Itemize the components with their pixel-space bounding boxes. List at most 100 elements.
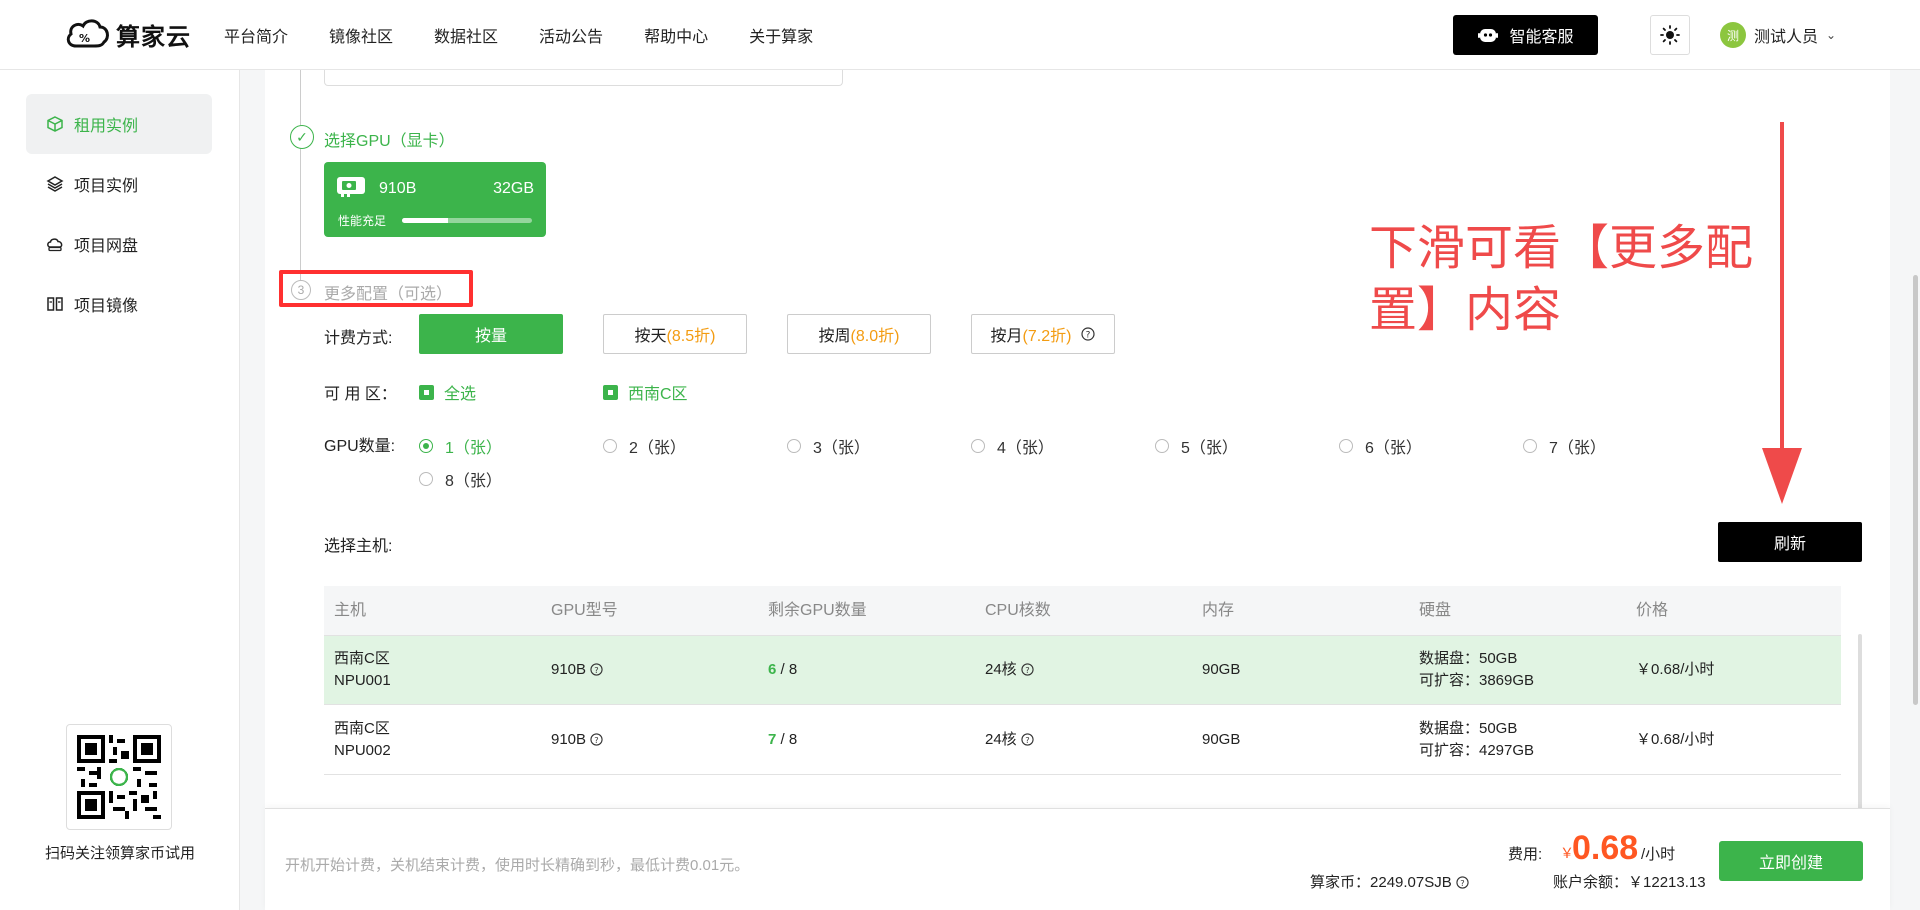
theme-toggle-button[interactable] xyxy=(1650,15,1690,55)
sidebar-item-label: 租用实例 xyxy=(74,118,139,135)
billing-note: 开机开始计费，关机结束计费，使用时长精确到秒，最低计费0.01元。 xyxy=(285,857,750,874)
nav-data-community[interactable]: 数据社区 xyxy=(434,23,498,47)
gpu-free-cell: 6 / 8 xyxy=(758,659,975,681)
help-icon[interactable]: ? xyxy=(590,732,603,746)
gpu-count-radio-4[interactable]: 4（张） xyxy=(971,434,1054,458)
radio-dot xyxy=(419,439,433,453)
table-scrollbar[interactable] xyxy=(1858,634,1862,810)
checkbox-checked-icon xyxy=(603,384,618,400)
radio-label: 4（张） xyxy=(997,440,1054,457)
svg-text:?: ? xyxy=(1025,665,1029,675)
refresh-button[interactable]: 刷新 xyxy=(1718,522,1862,562)
gpu-model-cell: 910B? xyxy=(541,659,758,681)
billing-option-daily[interactable]: 按天 (8.5折) xyxy=(603,314,747,354)
checkbox-checked-icon xyxy=(419,384,434,400)
radio-dot xyxy=(787,439,801,453)
zone-select-all-checkbox[interactable]: 全选 xyxy=(419,380,476,404)
table-row[interactable]: 西南C区 NPU002 910B? 7 / 8 24核? 90GB 数据盘：50G… xyxy=(324,705,1841,775)
gpu-model: 910B xyxy=(551,730,587,748)
logo-text: 算家云 xyxy=(116,23,191,51)
help-icon[interactable]: ? xyxy=(1021,663,1034,676)
radio-label: 7（张） xyxy=(1549,440,1606,457)
nav-help-center[interactable]: 帮助中心 xyxy=(644,23,708,47)
help-icon[interactable]: ? xyxy=(1456,876,1469,889)
memory-cell: 90GB xyxy=(1202,661,1241,678)
billing-discount: (8.5折) xyxy=(666,328,716,345)
logo[interactable]: % 算家云 xyxy=(64,14,191,54)
sidebar-item-label: 项目镜像 xyxy=(74,298,139,315)
chevron-down-icon: ⌄ xyxy=(1826,28,1837,42)
gpu-count-radio-2[interactable]: 2（张） xyxy=(603,434,686,458)
image-icon xyxy=(47,297,63,311)
nav-image-community[interactable]: 镜像社区 xyxy=(329,23,393,47)
gpu-count-radio-3[interactable]: 3（张） xyxy=(787,434,870,458)
sidebar-item-project-image[interactable]: 项目镜像 xyxy=(26,274,212,334)
balance-label: 账户余额： xyxy=(1553,874,1629,891)
table-header: 主机 GPU型号 剩余GPU数量 CPU核数 内存 硬盘 价格 xyxy=(324,586,1841,635)
svg-text:?: ? xyxy=(1025,734,1029,744)
gpu-model: 910B xyxy=(551,661,587,678)
create-now-button[interactable]: 立即创建 xyxy=(1719,841,1863,881)
column-header: 内存 xyxy=(1202,601,1235,619)
step-complete-check-icon: ✓ xyxy=(290,125,314,149)
help-icon[interactable]: ? xyxy=(1081,327,1096,341)
fee-unit: /小时 xyxy=(1641,846,1676,863)
nav-about[interactable]: 关于算家 xyxy=(749,23,813,47)
gpu-free-count: 6 xyxy=(768,661,777,678)
cloud-logo-icon: % xyxy=(66,19,109,48)
nav-announcements[interactable]: 活动公告 xyxy=(539,23,603,47)
data-disk: 数据盘：50GB xyxy=(1419,650,1518,667)
help-icon[interactable]: ? xyxy=(590,663,603,676)
nav-platform-intro[interactable]: 平台简介 xyxy=(224,23,288,47)
coins-balance: 算家币：2249.07SJB? xyxy=(1310,871,1469,892)
user-name: 测试人员 xyxy=(1754,29,1819,46)
sidebar-item-project-disk[interactable]: 项目网盘 xyxy=(26,214,212,274)
price-cell: ￥0.68/小时 xyxy=(1636,730,1715,748)
radio-dot xyxy=(971,439,985,453)
host-cell: 西南C区 NPU001 xyxy=(324,648,541,692)
gpu-count-radio-7[interactable]: 7（张） xyxy=(1523,434,1606,458)
cloud-disk-icon xyxy=(47,238,63,252)
host-id: NPU002 xyxy=(334,741,391,759)
balance-value: ￥12213.13 xyxy=(1628,874,1706,891)
column-header: 硬盘 xyxy=(1419,601,1452,619)
zone-label: 可 用 区： xyxy=(324,386,397,403)
billing-option-hourly[interactable]: 按量 xyxy=(419,314,563,354)
step-title-more-config: 更多配置（可选） xyxy=(324,286,453,303)
gpu-model-cell: 910B? xyxy=(541,729,758,751)
gpu-count-radio-8[interactable]: 8（张） xyxy=(419,467,502,491)
user-menu[interactable]: 测 测试人员 ⌄ xyxy=(1720,20,1836,50)
smart-service-button[interactable]: 智能客服 xyxy=(1453,15,1598,55)
host-id: NPU001 xyxy=(334,672,391,689)
column-header: 剩余GPU数量 xyxy=(768,601,867,619)
gpu-count-radio-5[interactable]: 5（张） xyxy=(1155,434,1238,458)
gpu-count-radio-6[interactable]: 6（张） xyxy=(1339,434,1422,458)
zone-southwest-c-checkbox[interactable]: 西南C区 xyxy=(603,380,688,404)
account-balance: 账户余额：￥12213.13 xyxy=(1553,871,1706,892)
annotation-text: 下滑可看【更多配 置】内容 xyxy=(1369,218,1769,342)
billing-option-monthly[interactable]: 按月 (7.2折) ? xyxy=(971,314,1115,354)
billing-option-weekly[interactable]: 按周 (8.0折) xyxy=(787,314,931,354)
svg-text:?: ? xyxy=(594,665,598,675)
svg-text:?: ? xyxy=(594,734,598,744)
top-header: % 算家云 平台简介 镜像社区 数据社区 活动公告 帮助中心 关于算家 智能客服 xyxy=(0,0,1920,70)
previous-step-card-bottom xyxy=(324,70,843,86)
zone-option-label: 西南C区 xyxy=(628,386,688,403)
arrow-down-icon xyxy=(1762,122,1802,504)
gpu-card-910b[interactable]: 910B 32GB 性能充足 xyxy=(324,162,546,237)
column-header: 主机 xyxy=(334,601,367,619)
table-row[interactable]: 西南C区 NPU001 910B? 6 / 8 24核? 90GB 数据盘：50G… xyxy=(324,635,1841,705)
gpu-free-count: 7 xyxy=(768,730,777,748)
help-icon[interactable]: ? xyxy=(1021,732,1034,746)
svg-text:?: ? xyxy=(1086,331,1091,341)
sidebar-item-project-instance[interactable]: 项目实例 xyxy=(26,154,212,214)
radio-dot xyxy=(603,439,617,453)
sidebar-item-rent-instance[interactable]: 租用实例 xyxy=(26,94,212,154)
sidebar-item-label: 项目实例 xyxy=(74,178,139,195)
page-scrollbar[interactable] xyxy=(1913,275,1918,705)
gpu-count-radio-1[interactable]: 1（张） xyxy=(419,434,502,458)
radio-dot xyxy=(419,472,433,486)
annotation-line: 下滑可看【更多配 xyxy=(1369,222,1754,275)
billing-option-label: 按天 xyxy=(634,328,667,345)
billing-option-label: 按月 xyxy=(990,328,1023,345)
